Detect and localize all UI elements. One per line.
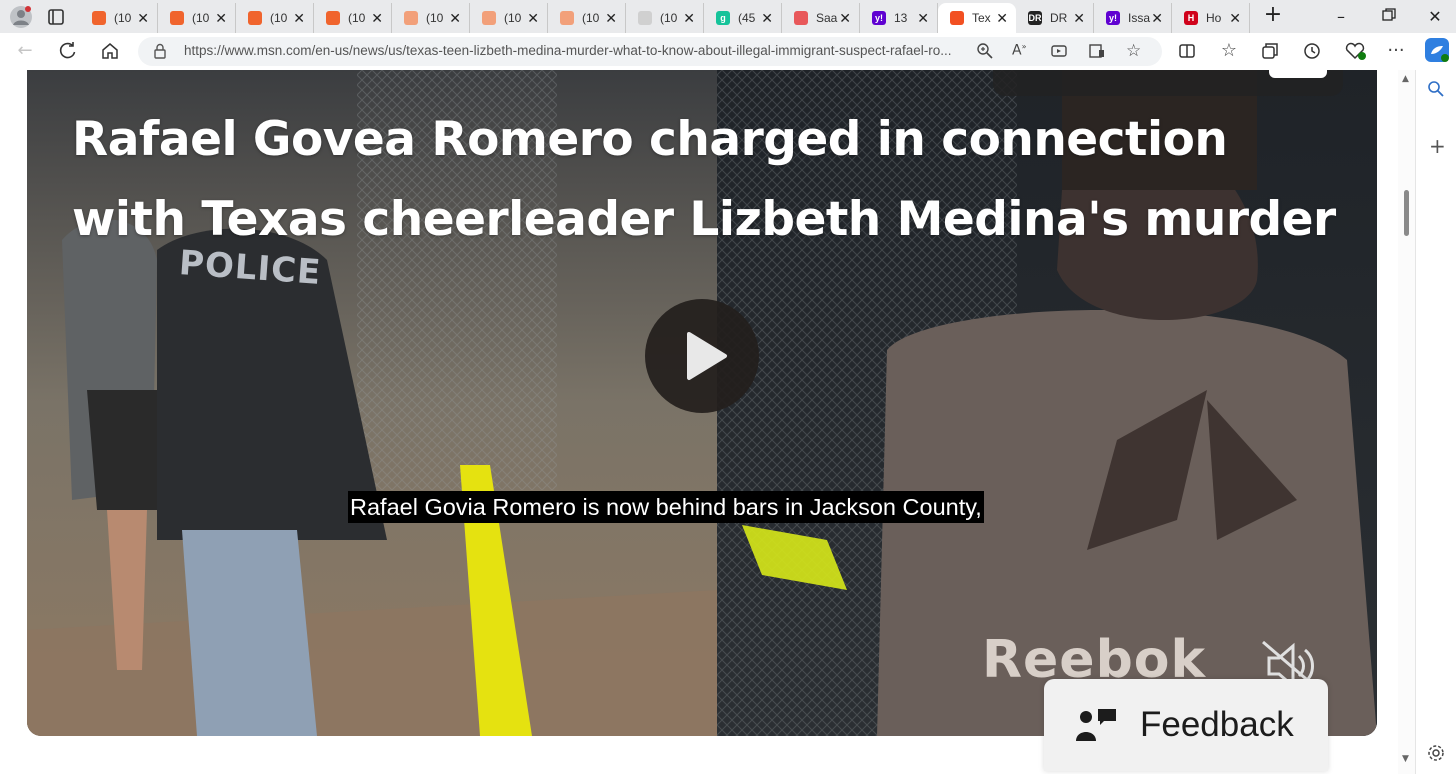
back-arrow-icon[interactable]: ←	[15, 41, 35, 61]
tab-list: (10 ✕ (10 ✕ (10 ✕ (10 ✕ (10 ✕ (10 ✕ (10 ✕ (10 ✕ g (45 ✕ Saa…	[80, 3, 1250, 33]
tab-close-icon[interactable]: ✕	[215, 10, 227, 27]
history-icon[interactable]	[1302, 41, 1322, 61]
browser-tab[interactable]: (10 ✕	[470, 3, 548, 33]
tab-close-icon[interactable]: ✕	[1151, 10, 1163, 27]
play-icon	[687, 332, 727, 380]
browser-essentials-icon[interactable]	[1344, 41, 1366, 61]
site-favicon-icon: y!	[872, 11, 886, 25]
site-favicon-icon: g	[716, 11, 730, 25]
browser-tab[interactable]: (10 ✕	[548, 3, 626, 33]
bookmark-icon	[170, 11, 184, 25]
msn-icon	[950, 11, 964, 25]
tab-close-icon[interactable]: ✕	[293, 10, 305, 27]
profile-avatar-icon[interactable]	[9, 5, 33, 29]
tab-close-icon[interactable]: ✕	[683, 10, 695, 27]
browser-toolbar: ← https://www.msn.com/en-us/news/us/texa…	[0, 33, 1456, 71]
bookmark-icon	[326, 11, 340, 25]
split-screen-icon[interactable]	[1177, 41, 1197, 61]
tab-strip: (10 ✕ (10 ✕ (10 ✕ (10 ✕ (10 ✕ (10 ✕ (10 ✕ (10 ✕ g (45 ✕ Saa…	[0, 0, 1456, 33]
tab-actions-icon[interactable]	[45, 6, 67, 28]
bookmark-icon	[560, 11, 574, 25]
browser-tab[interactable]: (10 ✕	[80, 3, 158, 33]
browser-tab[interactable]: DR DR ✕	[1016, 3, 1094, 33]
tab-close-icon[interactable]: ✕	[371, 10, 383, 27]
play-button[interactable]	[645, 299, 759, 413]
tab-close-icon[interactable]: ✕	[449, 10, 461, 27]
bookmark-icon	[92, 11, 106, 25]
close-window-icon[interactable]: ✕	[1424, 6, 1446, 28]
browser-tab[interactable]: (10 ✕	[314, 3, 392, 33]
browser-tab[interactable]: (10 ✕	[626, 3, 704, 33]
page-scrollbar[interactable]: ▲ ▼	[1398, 70, 1415, 774]
browser-tab[interactable]: y! Issa ✕	[1094, 3, 1172, 33]
lock-icon[interactable]	[153, 43, 167, 63]
browser-tab[interactable]: Tex ✕	[938, 3, 1016, 33]
more-menu-icon[interactable]: ···	[1386, 41, 1406, 61]
favorites-icon[interactable]: ☆	[1219, 41, 1239, 61]
tab-close-icon[interactable]: ✕	[761, 10, 773, 27]
address-bar[interactable]: https://www.msn.com/en-us/news/us/texas-…	[138, 37, 1162, 66]
browser-tab[interactable]: (10 ✕	[236, 3, 314, 33]
zoom-icon[interactable]	[976, 42, 994, 64]
video-player[interactable]: POLICE Reebok Rafael Govea Romero charge…	[27, 70, 1377, 736]
video-overlay-icon[interactable]	[1050, 42, 1068, 64]
edge-sidebar: +	[1415, 70, 1456, 774]
browser-tab[interactable]: H Ho ✕	[1172, 3, 1250, 33]
scroll-up-arrow-icon[interactable]: ▲	[1402, 74, 1409, 84]
youtube-icon	[794, 11, 808, 25]
site-favicon-icon: y!	[1106, 11, 1120, 25]
browser-tab[interactable]: Saa ✕	[782, 3, 860, 33]
feedback-button[interactable]: Feedback	[1044, 679, 1328, 771]
favorite-star-icon[interactable]: ☆	[1126, 41, 1141, 61]
url-text[interactable]: https://www.msn.com/en-us/news/us/texas-…	[184, 43, 964, 58]
restore-icon[interactable]	[1378, 6, 1400, 28]
browser-tab[interactable]: (10 ✕	[392, 3, 470, 33]
browser-tab[interactable]: (10 ✕	[158, 3, 236, 33]
minimize-icon[interactable]: –	[1330, 6, 1352, 28]
sidebar-settings-gear-icon[interactable]	[1427, 744, 1445, 766]
tab-close-icon[interactable]: ✕	[996, 10, 1008, 27]
immersive-reader-icon[interactable]	[1088, 42, 1106, 64]
video-caption: Rafael Govia Romero is now behind bars i…	[348, 491, 984, 523]
feedback-icon	[1076, 707, 1118, 747]
new-tab-plus-icon[interactable]: +	[1262, 4, 1284, 27]
tab-close-icon[interactable]: ✕	[605, 10, 617, 27]
tab-close-icon[interactable]: ✕	[527, 10, 539, 27]
sidebar-add-icon[interactable]: +	[1429, 136, 1446, 156]
scroll-thumb[interactable]	[1404, 190, 1409, 236]
scroll-down-arrow-icon[interactable]: ▼	[1402, 754, 1409, 764]
site-favicon-icon: DR	[1028, 11, 1042, 25]
video-headline: Rafael Govea Romero charged in connectio…	[72, 112, 1336, 247]
feedback-label: Feedback	[1140, 705, 1294, 744]
bookmark-icon	[482, 11, 496, 25]
read-aloud-icon[interactable]: A»	[1012, 42, 1026, 59]
bookmark-icon	[248, 11, 262, 25]
page-content: POLICE Reebok Rafael Govea Romero charge…	[0, 70, 1415, 774]
image-icon	[638, 11, 652, 25]
bookmark-icon	[404, 11, 418, 25]
browser-tab[interactable]: y! 13 ✕	[860, 3, 938, 33]
sidebar-search-icon[interactable]	[1427, 80, 1445, 102]
collections-icon[interactable]	[1260, 41, 1280, 61]
tab-close-icon[interactable]: ✕	[1073, 10, 1085, 27]
tab-close-icon[interactable]: ✕	[1229, 10, 1241, 27]
tab-close-icon[interactable]: ✕	[839, 10, 851, 27]
copilot-icon[interactable]	[1424, 37, 1450, 63]
site-favicon-icon: H	[1184, 11, 1198, 25]
home-icon[interactable]	[100, 41, 120, 61]
video-top-button[interactable]	[1269, 70, 1327, 78]
browser-tab[interactable]: g (45 ✕	[704, 3, 782, 33]
tab-close-icon[interactable]: ✕	[137, 10, 149, 27]
tab-close-icon[interactable]: ✕	[917, 10, 929, 27]
refresh-icon[interactable]	[58, 41, 78, 61]
